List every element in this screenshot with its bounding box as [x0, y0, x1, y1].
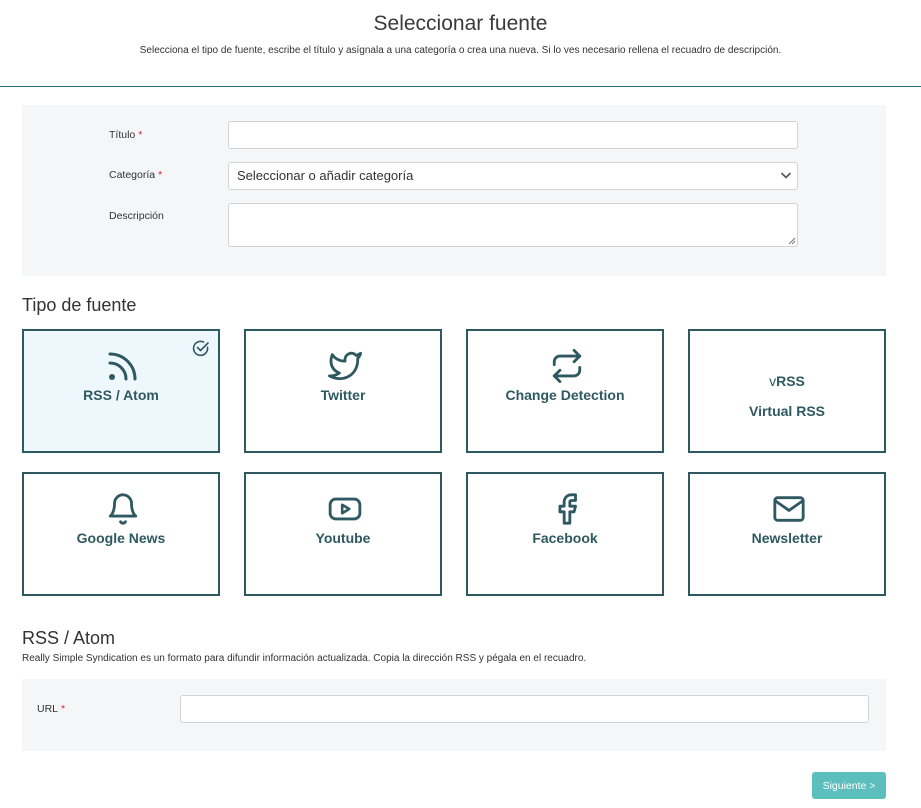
source-tile-newsletter[interactable]: Newsletter — [688, 472, 886, 596]
rss-section-description: Really Simple Syndication es un formato … — [22, 653, 587, 664]
url-form: URL * — [22, 679, 886, 751]
description-textarea[interactable] — [228, 203, 798, 247]
youtube-icon — [328, 497, 362, 521]
exchange-arrows-icon — [552, 349, 582, 383]
rss-icon — [108, 352, 137, 381]
source-tile-label: Youtube — [315, 530, 371, 546]
page-header: Seleccionar fuente Selecciona el tipo de… — [0, 0, 921, 87]
chevron-down-icon — [780, 172, 792, 179]
source-tile-label: Google News — [76, 530, 166, 546]
source-tile-virtual-rss[interactable]: vRSS Virtual RSS — [688, 329, 886, 453]
envelope-icon — [773, 496, 805, 522]
check-circle-icon — [192, 340, 209, 357]
twitter-icon — [328, 351, 362, 381]
page-subtitle: Selecciona el tipo de fuente, escribe el… — [139, 45, 782, 56]
source-tile-label: Facebook — [532, 530, 598, 546]
source-tile-twitter[interactable]: Twitter — [244, 329, 442, 453]
page-title: Seleccionar fuente — [373, 12, 548, 35]
source-tile-label: Newsletter — [751, 530, 823, 546]
source-tile-change-detection[interactable]: Change Detection — [466, 329, 664, 453]
category-select[interactable]: Seleccionar o añadir categoría — [228, 162, 798, 190]
url-label: URL * — [37, 703, 66, 715]
bell-icon — [108, 493, 138, 525]
title-label: Título * — [109, 129, 143, 141]
required-mark: * — [158, 169, 163, 181]
vrss-logo: vRSS — [690, 373, 884, 389]
facebook-icon — [558, 493, 577, 525]
source-tile-label: Twitter — [320, 387, 366, 403]
source-tile-facebook[interactable]: Facebook — [466, 472, 664, 596]
required-mark: * — [138, 129, 143, 141]
source-tile-label: RSS / Atom — [83, 387, 159, 403]
source-details-form: Título * Categoría * Seleccionar o añadir … — [22, 105, 886, 276]
vrss-logo-main: RSS — [776, 373, 805, 389]
resize-handle-icon[interactable] — [788, 237, 796, 245]
required-mark: * — [61, 703, 66, 715]
category-select-value: Seleccionar o añadir categoría — [237, 168, 414, 183]
source-tile-rss[interactable]: RSS / Atom — [22, 329, 220, 453]
source-tile-youtube[interactable]: Youtube — [244, 472, 442, 596]
url-input[interactable] — [180, 695, 869, 723]
source-tile-google-news[interactable]: Google News — [22, 472, 220, 596]
source-type-heading: Tipo de fuente — [22, 295, 137, 315]
title-input[interactable] — [228, 121, 798, 149]
description-label: Descripción — [109, 210, 164, 222]
next-button[interactable]: Siguiente > — [812, 772, 886, 799]
rss-section-heading: RSS / Atom — [22, 628, 116, 648]
category-label: Categoría * — [109, 169, 163, 181]
source-tile-label: Change Detection — [505, 387, 625, 403]
source-tile-label: Virtual RSS — [749, 403, 825, 419]
